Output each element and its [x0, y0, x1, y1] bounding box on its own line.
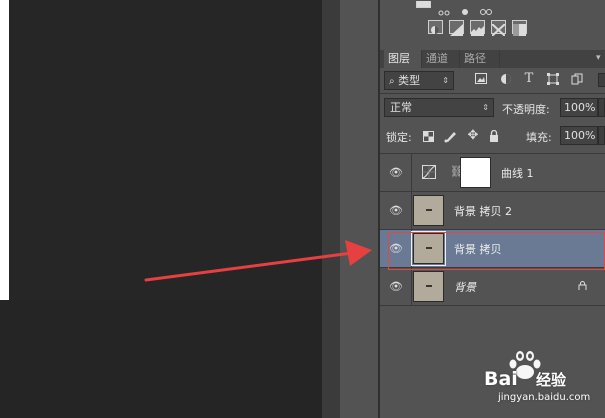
blend-mode-select[interactable]: 正常 ⇕: [384, 98, 494, 117]
opacity-input[interactable]: 100%: [560, 98, 598, 117]
adjustment-filter-icon[interactable]: [499, 73, 513, 88]
exposure-icon[interactable]: [458, 1, 473, 15]
layer-mask-thumbnail[interactable]: [460, 157, 491, 188]
search-icon: ⌕: [389, 76, 395, 87]
smart-object-filter-icon[interactable]: [570, 73, 584, 88]
selective-color-icon[interactable]: [491, 20, 506, 37]
fill-input[interactable]: 100%: [560, 126, 598, 145]
panel-dock-gutter: [322, 0, 340, 418]
layer-name: 背景 拷贝 2: [454, 205, 512, 218]
watermark-cn: 经验: [536, 371, 567, 389]
shape-filter-icon[interactable]: [546, 73, 560, 88]
lock-transparent-pixels-icon[interactable]: [422, 131, 434, 145]
adjustments-panel: [380, 0, 605, 45]
filter-value: 类型: [398, 74, 421, 87]
text-filter-icon[interactable]: T: [522, 71, 536, 86]
opacity-label: 不透明度:: [502, 103, 550, 116]
lock-image-pixels-icon[interactable]: [444, 129, 458, 146]
collapsed-panel-dock[interactable]: [340, 0, 378, 418]
opacity-slider-toggle[interactable]: [598, 98, 605, 117]
panel-menu-icon[interactable]: ▾: [596, 53, 601, 63]
annotation-arrow: [144, 240, 372, 282]
eye-icon[interactable]: 👁: [389, 280, 403, 293]
lock-icon: [578, 281, 587, 290]
opacity-value: 100%: [564, 101, 596, 114]
layer-filter-select[interactable]: ⌕ 类型 ⇕: [384, 71, 454, 90]
layer-name: 曲线 1: [501, 167, 534, 180]
layer-row[interactable]: 👁 ⛓ 曲线 1: [380, 154, 605, 192]
lock-position-icon[interactable]: ✥: [466, 128, 480, 143]
image-filter-icon[interactable]: [474, 73, 488, 87]
threshold-icon[interactable]: [470, 20, 485, 36]
workspace-area-lower: [0, 300, 322, 418]
watermark-brand: Bai: [484, 368, 518, 390]
annotation-highlight-box: [388, 232, 605, 270]
document-canvas-edge: [0, 0, 9, 300]
eye-column-divider: [411, 154, 412, 192]
layer-row[interactable]: 👁 背景 拷贝 2: [380, 192, 605, 230]
curves-adjustment-icon: [422, 165, 436, 179]
gradient-map-icon[interactable]: [512, 20, 527, 36]
divider: [380, 93, 605, 94]
tab-paths[interactable]: 路径: [460, 50, 500, 68]
eye-column-divider: [411, 192, 412, 230]
blend-mode-value: 正常: [390, 101, 412, 114]
eye-icon[interactable]: 👁: [389, 204, 403, 217]
layer-name: 背景: [454, 281, 476, 294]
levels-icon[interactable]: [416, 1, 431, 8]
invert-icon[interactable]: [428, 20, 443, 34]
lock-label: 锁定:: [386, 131, 412, 144]
filter-toggle[interactable]: [598, 73, 605, 87]
curves-mini-icon[interactable]: [437, 1, 452, 16]
spinner-icon: ⇕: [482, 103, 489, 112]
layer-thumbnail[interactable]: [413, 271, 444, 302]
spinner-icon: ⇕: [442, 76, 449, 85]
fill-value: 100%: [564, 129, 596, 142]
watermark-url: jingyan.baidu.com: [498, 392, 591, 403]
vibrance-icon[interactable]: [479, 1, 494, 15]
fill-label: 填充:: [526, 131, 552, 144]
eye-column-divider: [411, 268, 412, 306]
eye-icon[interactable]: 👁: [389, 166, 403, 179]
tab-channels[interactable]: 通道: [422, 50, 460, 68]
lock-all-icon[interactable]: [488, 129, 500, 145]
fill-slider-toggle[interactable]: [598, 126, 605, 145]
layer-row[interactable]: 👁 背景: [380, 268, 605, 306]
tab-layers[interactable]: 图层: [384, 50, 422, 68]
layer-thumbnail[interactable]: [413, 195, 444, 226]
posterize-icon[interactable]: [449, 20, 464, 36]
